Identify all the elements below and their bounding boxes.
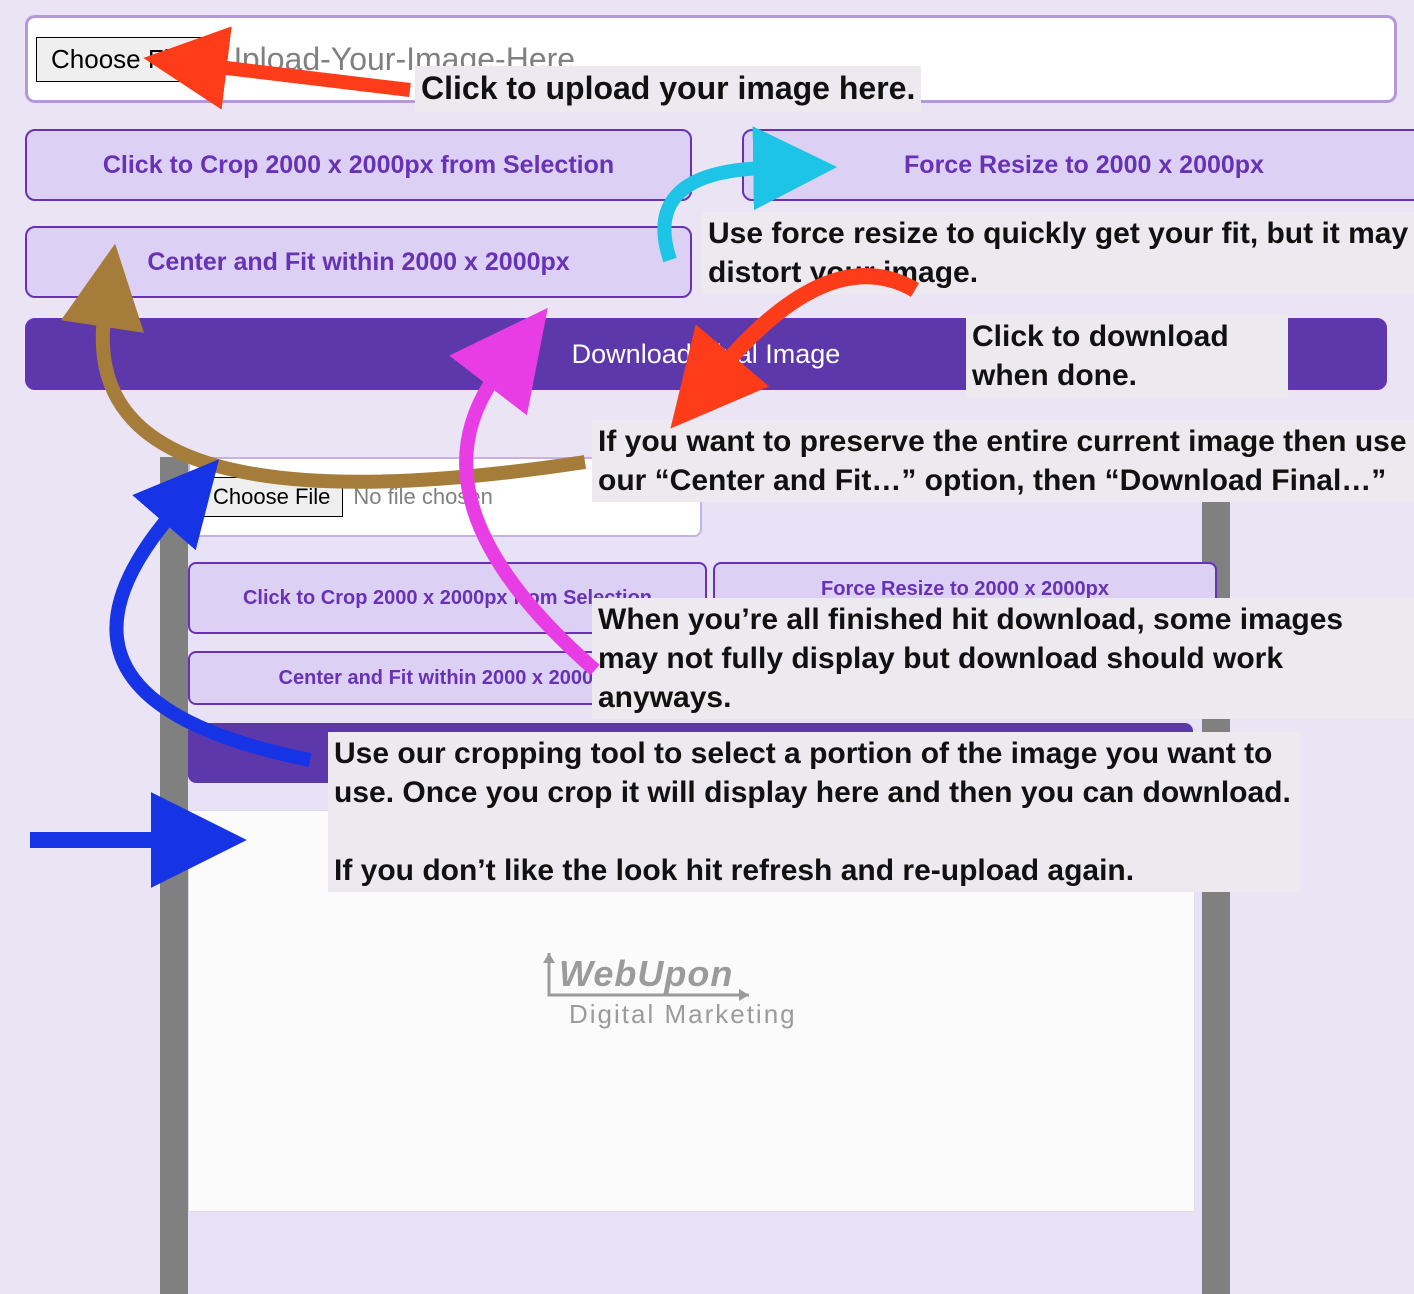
annotation-force-resize: Use force resize to quickly get your fit… [702, 212, 1414, 294]
preview-choose-file-button: Choose File [200, 477, 343, 517]
choose-file-button[interactable]: Choose File [36, 37, 205, 82]
annotation-finish-dl: When you’re all finished hit download, s… [592, 598, 1414, 719]
annotation-download: Click to download when done. [966, 315, 1288, 397]
annotation-center-fit: If you want to preserve the entire curre… [592, 420, 1414, 502]
center-fit-button[interactable]: Center and Fit within 2000 x 2000px [25, 226, 692, 298]
preview-logo-subtitle: Digital Marketing [569, 999, 797, 1030]
crop-button[interactable]: Click to Crop 2000 x 2000px from Selecti… [25, 129, 692, 201]
preview-upload-placeholder: No file chosen [353, 484, 492, 510]
force-resize-button[interactable]: Force Resize to 2000 x 2000px [742, 129, 1414, 201]
annotation-crop-tool: Use our cropping tool to select a portio… [328, 732, 1300, 892]
preview-logo-text: WebUpon [559, 953, 733, 995]
annotation-upload: Click to upload your image here. [415, 66, 921, 112]
crop-handle-icon [185, 831, 193, 839]
preview-scrollbar-left [160, 457, 188, 1294]
